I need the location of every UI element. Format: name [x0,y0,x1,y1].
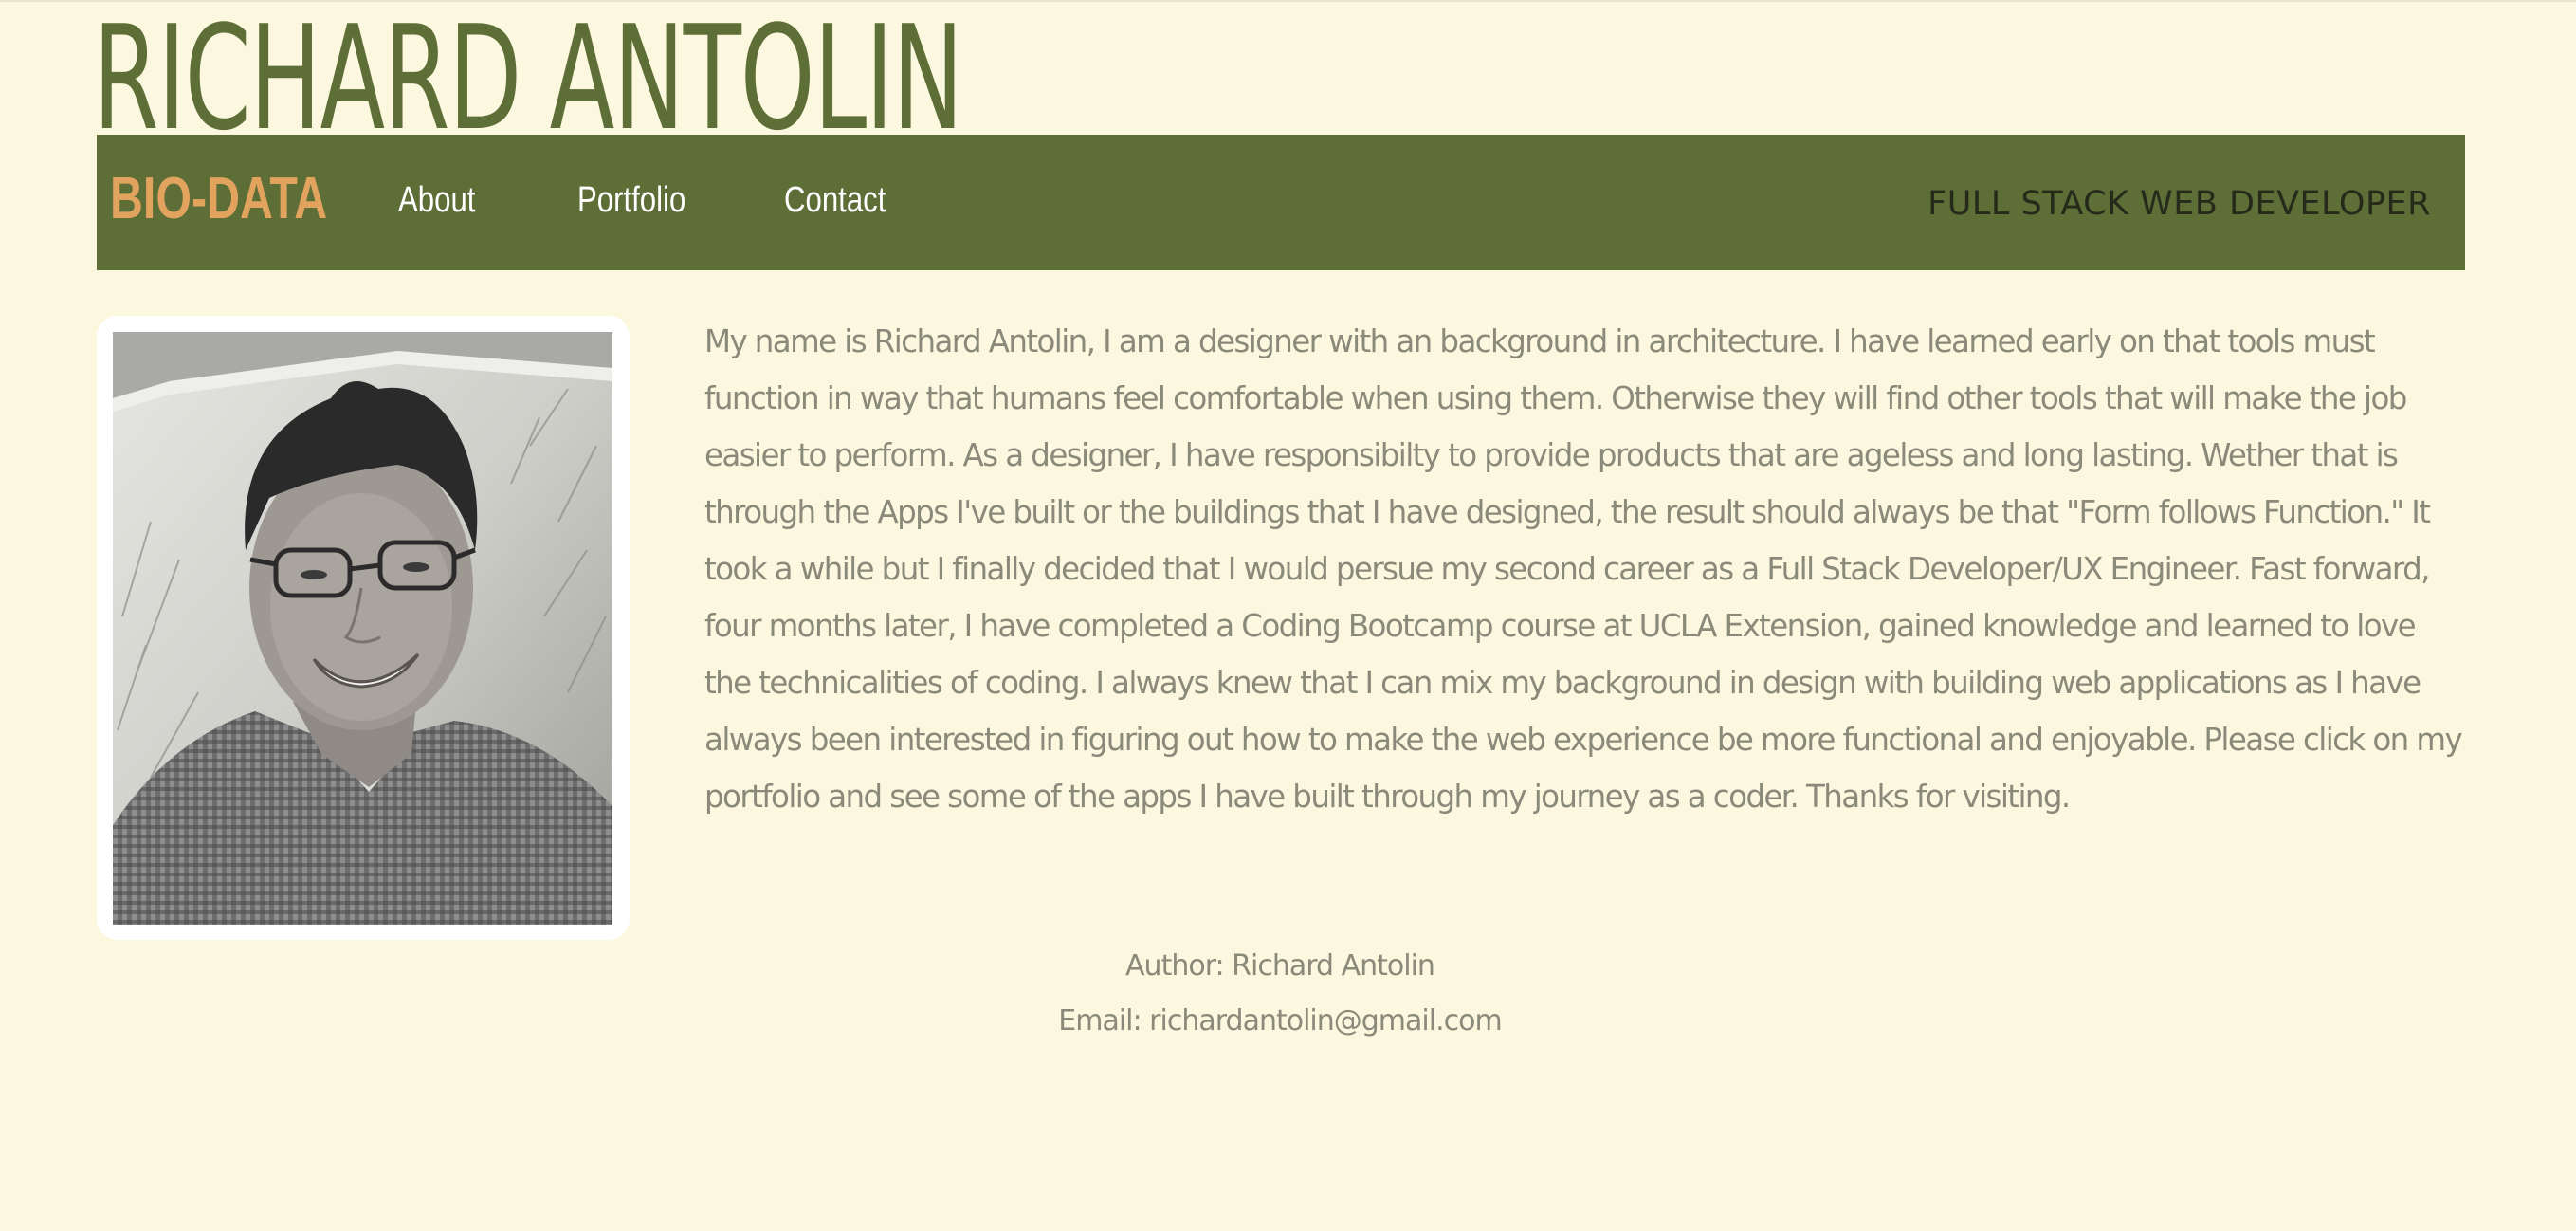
footer-email: Email: richardantolin@gmail.com [1058,1004,1502,1038]
navbar: BIO-DATA About Portfolio Contact FULL ST… [97,135,2465,270]
profile-photo [113,332,612,925]
nav-link-contact[interactable]: Contact [784,176,886,224]
top-divider [0,0,2576,2]
footer-author: Author: Richard Antolin [1125,949,1435,983]
nav-link-portfolio[interactable]: Portfolio [577,176,685,224]
navbar-tagline: FULL STACK WEB DEVELOPER [1927,185,2431,223]
nav-link-about[interactable]: About [398,176,475,224]
brand-link[interactable]: BIO-DATA [110,161,327,237]
profile-photo-frame [97,316,630,940]
footer: Author: Richard Antolin Email: richardan… [0,939,2560,1049]
bio-paragraph: My name is Richard Antolin, I am a desig… [704,323,2463,815]
site-title: RICHARD ANTOLIN [93,8,962,135]
